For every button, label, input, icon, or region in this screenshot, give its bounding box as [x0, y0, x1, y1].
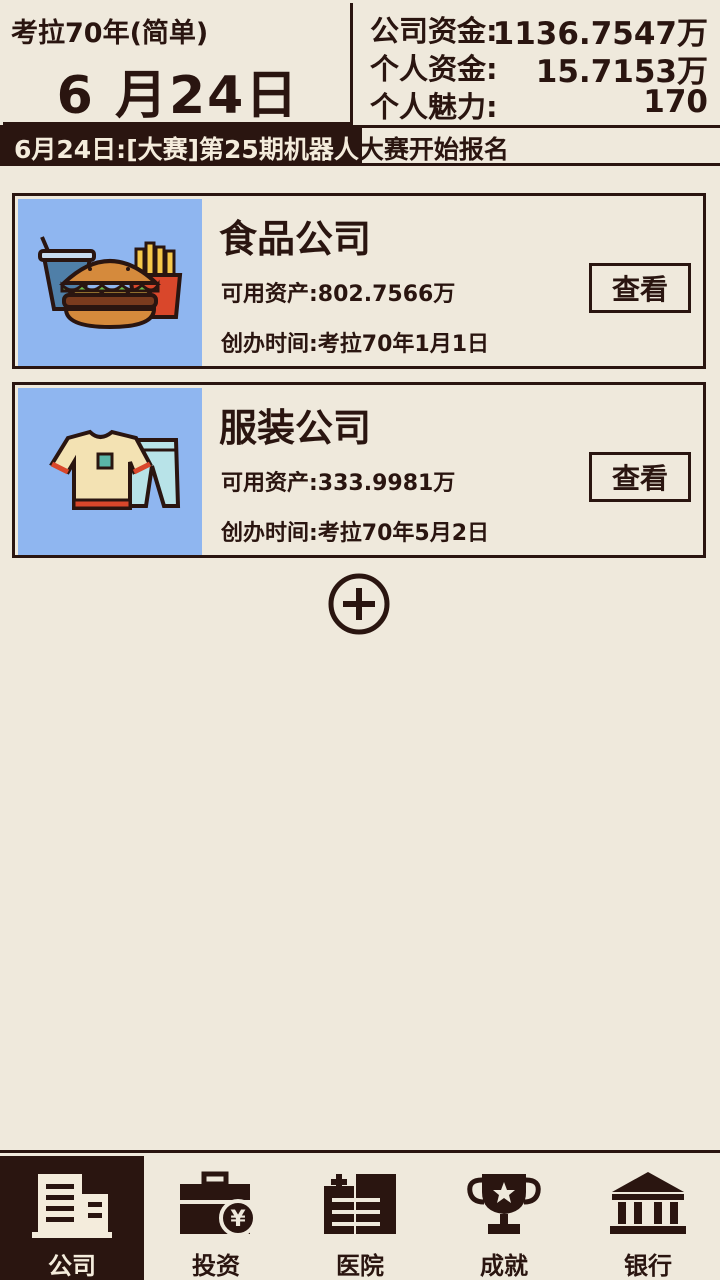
game-mode-label: 考拉70年(简单): [11, 18, 209, 49]
view-clothing-company-button[interactable]: 查看: [589, 452, 691, 502]
date-panel: 考拉70年(简单) 6 月24日: [3, 3, 353, 126]
nav-item-invest[interactable]: ¥ 投资: [144, 1156, 288, 1280]
charm-row: 个人魅力: 170: [370, 84, 708, 124]
briefcase-yen-icon: ¥: [180, 1171, 256, 1237]
ticker-message: 6月24日:[大赛]第25期机器人大赛开始报名: [14, 130, 509, 166]
nav-label-achievements: 成就: [480, 1252, 528, 1280]
company-card-clothing: 服装公司 可用资产:333.9981万 创办时间:考拉70年5月2日 查看: [12, 382, 706, 558]
company-name: 食品公司: [219, 217, 372, 261]
nav-label-company: 公司: [48, 1252, 96, 1280]
company-founded-date: 创办时间:考拉70年5月2日: [221, 521, 490, 546]
company-founded-date: 创办时间:考拉70年1月1日: [221, 332, 490, 357]
nav-item-bank[interactable]: 银行: [576, 1156, 720, 1280]
nav-label-bank: 银行: [624, 1252, 672, 1280]
company-funds-label: 公司资金:: [370, 14, 498, 48]
burger-fries-drink-icon: [38, 236, 183, 330]
nav-label-invest: 投资: [192, 1252, 240, 1280]
company-name: 服装公司: [219, 406, 372, 450]
ticker-date: 6月24日:: [14, 135, 127, 164]
news-ticker: 6月24日:[大赛]第25期机器人大赛开始报名: [0, 128, 720, 166]
company-assets: 可用资产:333.9981万: [221, 471, 456, 496]
company-building-icon: [32, 1174, 112, 1238]
nav-item-hospital[interactable]: 医院: [288, 1156, 432, 1280]
personal-funds-label: 个人资金:: [370, 52, 498, 86]
shirt-pants-icon: [49, 429, 181, 510]
bank-icon: [610, 1172, 686, 1234]
food-company-image: [18, 199, 202, 366]
svg-text:¥: ¥: [230, 1207, 246, 1232]
personal-funds-row: 个人资金: 15.7153万: [370, 46, 708, 90]
clothing-company-image: [18, 388, 202, 555]
view-food-company-button[interactable]: 查看: [589, 263, 691, 313]
funds-panel: 公司资金: 1136.7547万 个人资金: 15.7153万 个人魅力: 17…: [356, 0, 720, 125]
hospital-icon: [324, 1174, 396, 1234]
nav-item-achievements[interactable]: 成就: [432, 1156, 576, 1280]
add-company-button[interactable]: [327, 572, 391, 636]
current-date: 6 月24日: [56, 66, 300, 126]
nav-item-company[interactable]: 公司: [0, 1156, 144, 1280]
bottom-navigation: 公司 ¥ 投资 医院 成就 银行: [0, 1150, 720, 1280]
charm-label: 个人魅力:: [370, 90, 498, 124]
ticker-message-start: [大赛]第25期机器人: [126, 135, 359, 164]
trophy-icon: [467, 1174, 541, 1234]
nav-label-hospital: 医院: [336, 1252, 384, 1280]
charm-value: 170: [643, 84, 708, 120]
company-assets: 可用资产:802.7566万: [221, 282, 456, 307]
company-funds-row: 公司资金: 1136.7547万: [370, 8, 708, 52]
ticker-message-end: 大赛开始报名: [358, 135, 509, 164]
status-header: 考拉70年(简单) 6 月24日 公司资金: 1136.7547万 个人资金: …: [0, 0, 720, 128]
company-card-food: 食品公司 可用资产:802.7566万 创办时间:考拉70年1月1日 查看: [12, 193, 706, 369]
